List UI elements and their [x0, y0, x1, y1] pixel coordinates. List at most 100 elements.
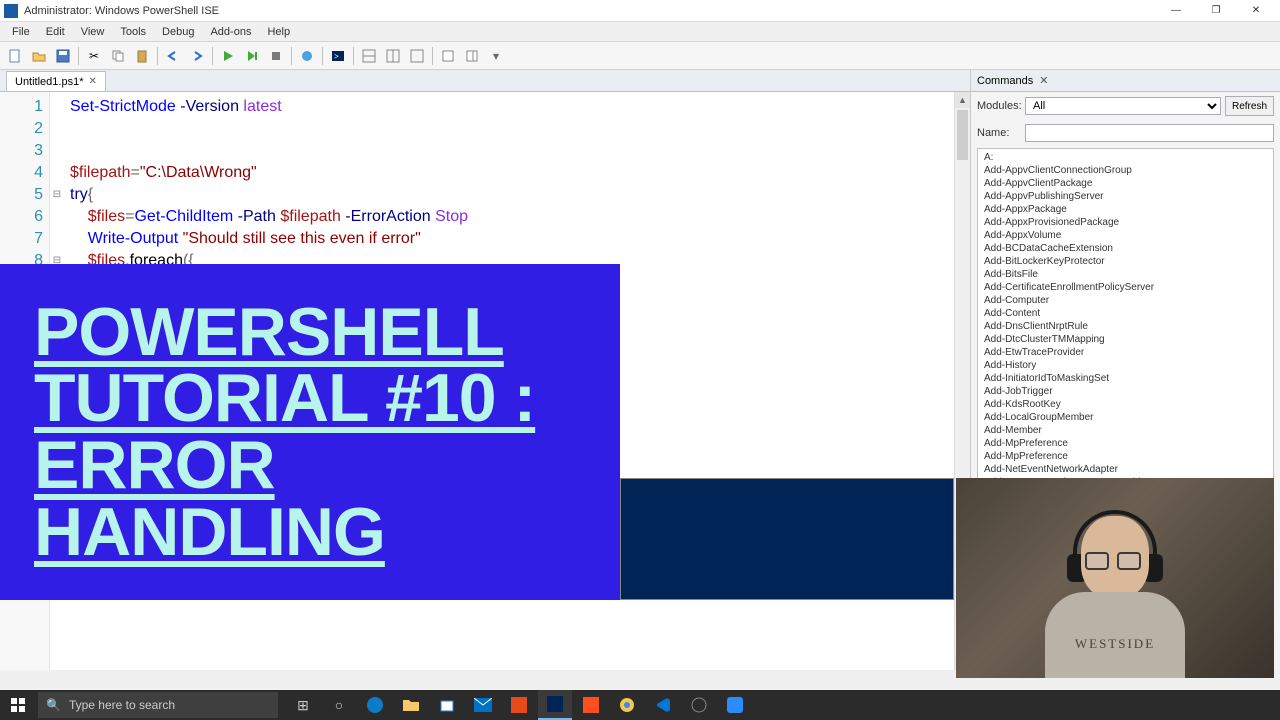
- run-script-button[interactable]: [217, 45, 239, 67]
- search-icon: 🔍: [46, 698, 61, 712]
- toolbox-dropdown-button[interactable]: ▾: [485, 45, 507, 67]
- store-icon[interactable]: [430, 690, 464, 720]
- open-file-button[interactable]: [28, 45, 50, 67]
- powershell-button[interactable]: >: [327, 45, 349, 67]
- toolbar: ✂ > ▾: [0, 42, 1280, 70]
- commands-panel-title: Commands: [977, 75, 1033, 87]
- copy-button[interactable]: [107, 45, 129, 67]
- obs-icon[interactable]: [682, 690, 716, 720]
- cmd-item[interactable]: Add-MpPreference: [978, 437, 1273, 450]
- cmd-item[interactable]: Add-AppvClientConnectionGroup: [978, 164, 1273, 177]
- menu-edit[interactable]: Edit: [38, 24, 73, 40]
- new-remote-tab-button[interactable]: [296, 45, 318, 67]
- close-button[interactable]: ✕: [1236, 1, 1276, 21]
- cmd-item[interactable]: Add-Member: [978, 424, 1273, 437]
- cmd-item[interactable]: Add-CertificateEnrollmentPolicyServer: [978, 281, 1273, 294]
- presenter: WESTSIDE: [1035, 498, 1195, 678]
- app-icon-3[interactable]: [718, 690, 752, 720]
- modules-select[interactable]: All: [1025, 97, 1221, 115]
- cmd-item[interactable]: Add-NetEventNetworkAdapter: [978, 463, 1273, 476]
- menu-file[interactable]: File: [4, 24, 38, 40]
- shirt-text: WESTSIDE: [1045, 636, 1185, 652]
- edge-icon[interactable]: [358, 690, 392, 720]
- cmd-item[interactable]: Add-JobTrigger: [978, 385, 1273, 398]
- overlay-line-1: POWERSHELL: [34, 299, 586, 366]
- cmd-item[interactable]: A:: [978, 151, 1273, 164]
- scroll-up-icon[interactable]: ▲: [955, 92, 970, 108]
- cmd-item[interactable]: Add-AppxVolume: [978, 229, 1273, 242]
- console-pane[interactable]: [620, 478, 954, 600]
- taskbar: 🔍 Type here to search ⊞ ○: [0, 690, 1280, 720]
- menu-tools[interactable]: Tools: [112, 24, 154, 40]
- ise-icon[interactable]: [538, 690, 572, 720]
- save-button[interactable]: [52, 45, 74, 67]
- menu-add-ons[interactable]: Add-ons: [202, 24, 259, 40]
- modules-label: Modules:: [977, 100, 1021, 112]
- cmd-item[interactable]: Add-EtwTraceProvider: [978, 346, 1273, 359]
- svg-text:>: >: [334, 52, 339, 61]
- search-placeholder: Type here to search: [69, 698, 175, 712]
- refresh-button[interactable]: Refresh: [1225, 96, 1274, 116]
- menubar: FileEditViewToolsDebugAdd-onsHelp: [0, 22, 1280, 42]
- cmd-item[interactable]: Add-BitsFile: [978, 268, 1273, 281]
- video-title-overlay: POWERSHELL TUTORIAL #10 : ERROR HANDLING: [0, 264, 620, 600]
- overlay-line-2: TUTORIAL #10 :: [34, 365, 586, 432]
- layout-button-1[interactable]: [358, 45, 380, 67]
- commands-panel-header: Commands ✕: [971, 70, 1280, 92]
- overlay-line-3: ERROR HANDLING: [34, 432, 586, 565]
- cmd-item[interactable]: Add-History: [978, 359, 1273, 372]
- cmd-item[interactable]: Add-LocalGroupMember: [978, 411, 1273, 424]
- mail-icon[interactable]: [466, 690, 500, 720]
- menu-view[interactable]: View: [73, 24, 113, 40]
- cmd-item[interactable]: Add-MpPreference: [978, 450, 1273, 463]
- scroll-thumb[interactable]: [957, 110, 968, 160]
- maximize-button[interactable]: ❐: [1196, 1, 1236, 21]
- stop-button[interactable]: [265, 45, 287, 67]
- new-file-button[interactable]: [4, 45, 26, 67]
- undo-button[interactable]: [162, 45, 184, 67]
- file-tab-label: Untitled1.ps1*: [15, 76, 84, 88]
- cmd-item[interactable]: Add-Content: [978, 307, 1273, 320]
- minimize-button[interactable]: —: [1156, 1, 1196, 21]
- app-icon-2[interactable]: [574, 690, 608, 720]
- start-button[interactable]: [0, 690, 36, 720]
- taskbar-search[interactable]: 🔍 Type here to search: [38, 692, 278, 718]
- cmd-item[interactable]: Add-AppxProvisionedPackage: [978, 216, 1273, 229]
- cmd-item[interactable]: Add-BCDataCacheExtension: [978, 242, 1273, 255]
- task-view-icon[interactable]: ⊞: [286, 690, 320, 720]
- tab-strip: Untitled1.ps1* ✕: [0, 70, 970, 92]
- cmd-item[interactable]: Add-AppxPackage: [978, 203, 1273, 216]
- cmd-item[interactable]: Add-AppvPublishingServer: [978, 190, 1273, 203]
- chrome-icon[interactable]: [610, 690, 644, 720]
- explorer-icon[interactable]: [394, 690, 428, 720]
- cmd-item[interactable]: Add-AppvClientPackage: [978, 177, 1273, 190]
- name-label: Name:: [977, 127, 1021, 139]
- vscode-icon[interactable]: [646, 690, 680, 720]
- menu-debug[interactable]: Debug: [154, 24, 202, 40]
- run-selection-button[interactable]: [241, 45, 263, 67]
- layout-button-3[interactable]: [406, 45, 428, 67]
- show-command-button[interactable]: [461, 45, 483, 67]
- cmd-item[interactable]: Add-Computer: [978, 294, 1273, 307]
- commands-panel-close-icon[interactable]: ✕: [1039, 74, 1048, 87]
- app-icon: [4, 4, 18, 18]
- cut-button[interactable]: ✂: [83, 45, 105, 67]
- file-tab[interactable]: Untitled1.ps1* ✕: [6, 71, 106, 91]
- show-script-button[interactable]: [437, 45, 459, 67]
- window-title: Administrator: Windows PowerShell ISE: [24, 5, 219, 17]
- app-icon-1[interactable]: [502, 690, 536, 720]
- name-filter-input[interactable]: [1025, 124, 1274, 142]
- cmd-item[interactable]: Add-BitLockerKeyProtector: [978, 255, 1273, 268]
- cmd-item[interactable]: Add-DnsClientNrptRule: [978, 320, 1273, 333]
- redo-button[interactable]: [186, 45, 208, 67]
- window-titlebar: Administrator: Windows PowerShell ISE — …: [0, 0, 1280, 22]
- cmd-item[interactable]: Add-DtcClusterTMMapping: [978, 333, 1273, 346]
- tab-close-icon[interactable]: ✕: [89, 76, 97, 87]
- webcam-overlay: WESTSIDE: [956, 478, 1274, 678]
- cmd-item[interactable]: Add-KdsRootKey: [978, 398, 1273, 411]
- paste-button[interactable]: [131, 45, 153, 67]
- cmd-item[interactable]: Add-InitiatorIdToMaskingSet: [978, 372, 1273, 385]
- layout-button-2[interactable]: [382, 45, 404, 67]
- menu-help[interactable]: Help: [259, 24, 298, 40]
- cortana-icon[interactable]: ○: [322, 690, 356, 720]
